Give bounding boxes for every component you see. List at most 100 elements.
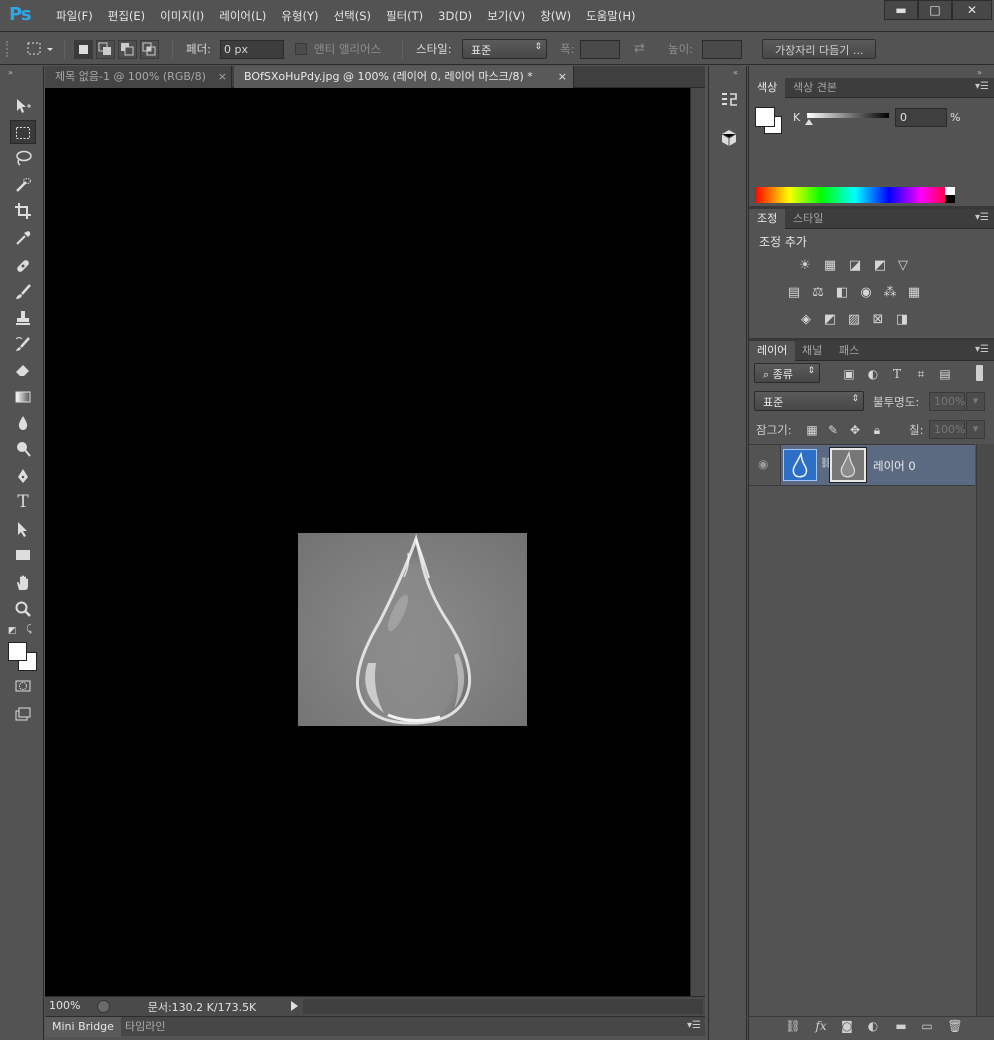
minimize-button[interactable]: ▬	[884, 0, 918, 20]
layer-row[interactable]: ◉ ⛓︎ 레이어 0	[749, 444, 975, 486]
black-white-icon[interactable]: ◧	[833, 284, 851, 302]
new-group-folder-icon[interactable]: ▬	[892, 1018, 910, 1034]
intersect-selection-button[interactable]	[140, 40, 159, 59]
adjustment-layer-icon[interactable]: ◐	[864, 1018, 882, 1034]
shape-tool[interactable]	[10, 543, 36, 567]
path-select-tool[interactable]	[10, 517, 36, 541]
filter-toggle-switch[interactable]	[976, 365, 983, 381]
new-layer-icon[interactable]: ▭	[918, 1018, 936, 1034]
link-layers-icon[interactable]: ⛓︎	[784, 1018, 802, 1034]
filter-shape-icon[interactable]: ⌗	[913, 366, 929, 382]
threshold-icon[interactable]: ▨	[845, 311, 863, 329]
panel-menu-icon[interactable]: ▾☰	[975, 344, 989, 356]
k-value-input[interactable]: 0	[895, 108, 947, 127]
horizontal-scrollbar[interactable]	[303, 999, 703, 1014]
style-select[interactable]: 표준 ⇕	[462, 39, 547, 59]
layer-thumbnail[interactable]	[783, 449, 817, 481]
exposure-icon[interactable]: ◩	[871, 257, 889, 275]
menu-help[interactable]: 도움말(H)	[580, 0, 641, 32]
delete-layer-trash-icon[interactable]: 🗑︎	[946, 1018, 964, 1034]
menu-type[interactable]: 유형(Y)	[275, 0, 324, 32]
history-panel-button[interactable]	[717, 90, 741, 114]
tab-layers[interactable]: 레이어	[749, 341, 796, 361]
tab-color[interactable]: 색상	[749, 78, 786, 98]
healing-brush-tool[interactable]	[10, 254, 36, 278]
default-colors-icon[interactable]: ◩	[8, 626, 17, 636]
fill-input[interactable]: 100%	[929, 420, 965, 439]
curves-icon[interactable]: ◪	[846, 257, 864, 275]
eraser-tool[interactable]	[10, 358, 36, 382]
white-swatch[interactable]	[945, 187, 955, 195]
black-swatch[interactable]	[945, 195, 955, 203]
zoom-level[interactable]: 100%	[49, 999, 91, 1014]
quick-mask-button[interactable]	[10, 674, 36, 698]
slider-thumb-icon[interactable]	[805, 119, 813, 125]
tab-paths[interactable]: 패스	[831, 341, 867, 361]
link-chain-icon[interactable]: ⛓︎	[820, 458, 833, 472]
layer-filter-select[interactable]: ⌕ 종류 ⇕	[754, 363, 820, 383]
tab-styles[interactable]: 스타일	[785, 209, 831, 229]
posterize-icon[interactable]: ◩	[821, 311, 839, 329]
height-input[interactable]	[702, 40, 742, 59]
antialias-checkbox[interactable]	[295, 43, 307, 55]
photo-filter-icon[interactable]: ◉	[857, 284, 875, 302]
tool-preset-picker[interactable]	[25, 40, 55, 58]
foreground-color-swatch[interactable]	[8, 642, 27, 661]
add-selection-button[interactable]	[96, 40, 115, 59]
blur-tool[interactable]	[10, 411, 36, 435]
layer-visibility-toggle[interactable]: ◉	[749, 445, 781, 485]
lock-pixels-icon[interactable]: ✎	[825, 422, 841, 438]
menu-file[interactable]: 파일(F)	[50, 0, 99, 32]
expand-dock-icon[interactable]: «	[733, 68, 738, 77]
crop-tool[interactable]	[10, 199, 36, 223]
menu-select[interactable]: 선택(S)	[328, 0, 377, 32]
screen-mode-button[interactable]	[10, 702, 36, 726]
collapse-panels-icon[interactable]: »	[977, 68, 982, 77]
feather-input[interactable]: 0 px	[220, 40, 284, 59]
history-brush-tool[interactable]	[10, 332, 36, 356]
panel-menu-icon[interactable]: ▾☰	[975, 212, 989, 224]
menu-window[interactable]: 창(W)	[534, 0, 577, 32]
tab-channels[interactable]: 채널	[794, 341, 830, 361]
marquee-tool[interactable]	[10, 120, 36, 144]
hand-tool[interactable]	[10, 571, 36, 595]
panel-menu-icon[interactable]: ▾☰	[687, 1020, 701, 1031]
lasso-tool[interactable]	[10, 146, 36, 170]
swap-colors-icon[interactable]: ⤹	[26, 624, 32, 635]
menu-view[interactable]: 보기(V)	[481, 0, 531, 32]
layer-name[interactable]: 레이어 0	[873, 458, 916, 474]
color-lookup-icon[interactable]: ▦	[905, 284, 923, 302]
options-grip[interactable]	[6, 41, 12, 57]
close-window-button[interactable]: ✕	[952, 0, 992, 20]
new-selection-button[interactable]	[74, 40, 93, 59]
menu-3d[interactable]: 3D(D)	[432, 0, 478, 32]
tab-swatches[interactable]: 색상 견본	[785, 78, 845, 98]
menu-image[interactable]: 이미지(I)	[154, 0, 210, 32]
move-tool[interactable]	[10, 94, 36, 118]
fill-dropdown-icon[interactable]: ▾	[966, 420, 985, 439]
lock-all-icon[interactable]: 🔒︎	[869, 422, 885, 438]
selective-color-icon[interactable]: ⊠	[869, 311, 887, 329]
subtract-selection-button[interactable]	[118, 40, 137, 59]
status-menu-arrow-icon[interactable]	[291, 1001, 298, 1011]
vibrance-icon[interactable]: ▽	[894, 257, 912, 275]
filter-smart-object-icon[interactable]: ▤	[937, 366, 953, 382]
close-tab-icon[interactable]: ×	[218, 66, 227, 88]
color-foreground-swatch[interactable]	[755, 107, 775, 127]
add-mask-icon[interactable]: ◙	[838, 1018, 856, 1034]
pen-tool[interactable]	[10, 464, 36, 488]
invert-icon[interactable]: ◈	[797, 311, 815, 329]
maximize-button[interactable]: □	[918, 0, 952, 20]
layers-scrollbar[interactable]	[976, 444, 994, 1016]
status-preview-icon[interactable]	[97, 1000, 110, 1013]
opacity-input[interactable]: 100%	[929, 392, 965, 411]
tab-timeline[interactable]: 타임라인	[118, 1017, 172, 1037]
gradient-map-icon[interactable]: ◨	[893, 311, 911, 329]
gradient-tool[interactable]	[10, 385, 36, 409]
vertical-scrollbar[interactable]	[690, 88, 705, 996]
tab-mini-bridge[interactable]: Mini Bridge	[45, 1017, 121, 1037]
swap-icon[interactable]: ⇄	[634, 41, 645, 56]
filter-adjustment-icon[interactable]: ◐	[865, 366, 881, 382]
tab-image-document[interactable]: BOfSXoHuPdy.jpg @ 100% (레이어 0, 레이어 마스크/8…	[234, 66, 574, 88]
collapse-toolbar-icon[interactable]: »	[8, 68, 13, 77]
